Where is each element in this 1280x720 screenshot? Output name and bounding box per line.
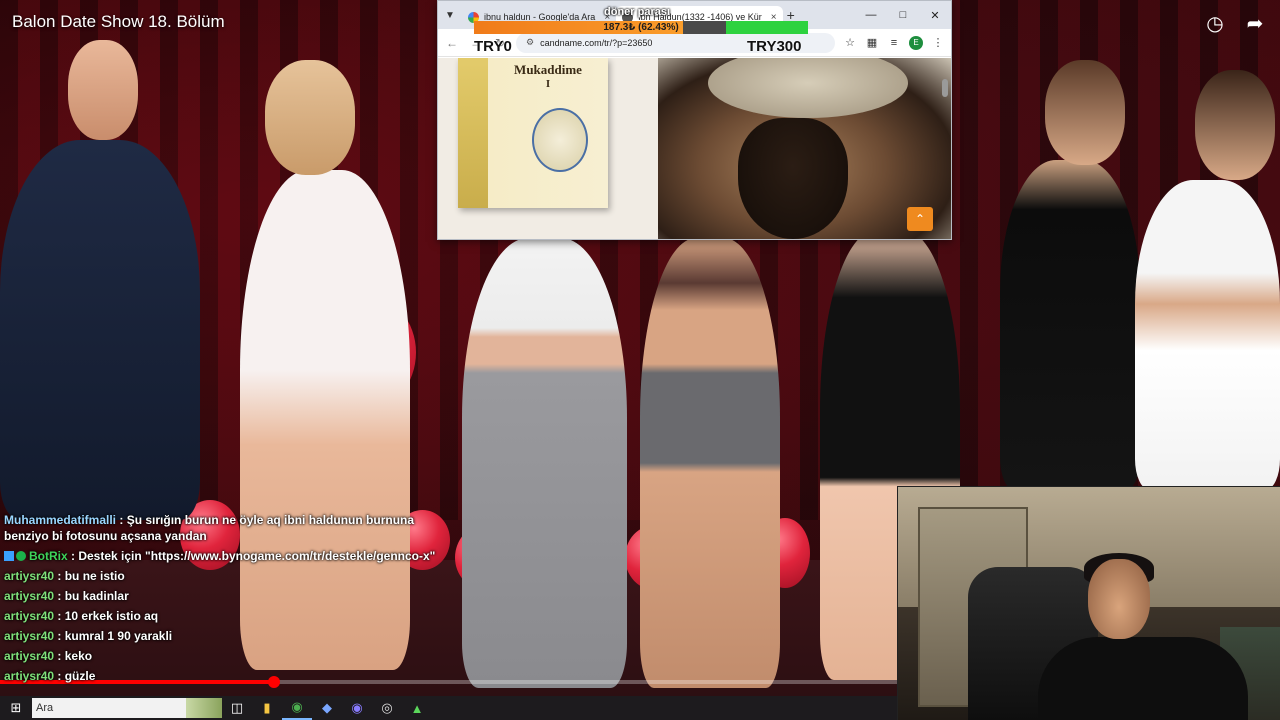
- stream-screen: Balon Date Show 18. Bölüm ◷ ➦ ▼ ibnu hal…: [0, 0, 1280, 720]
- streamer-head: [1088, 559, 1150, 639]
- contestant-head: [1045, 60, 1125, 165]
- window-controls: — □ ✕: [855, 1, 951, 29]
- taskbar-search-input[interactable]: Ara: [32, 698, 222, 718]
- contestant-head: [265, 60, 355, 175]
- media-control-icon[interactable]: ≡: [887, 37, 901, 49]
- book-title: Mukaddime: [514, 62, 582, 77]
- chat-message: artiysr40 : 10 erkek istio aq: [0, 606, 460, 626]
- chat-text: güzle: [64, 669, 96, 683]
- page-scrollbar[interactable]: [941, 61, 949, 231]
- file-explorer-icon[interactable]: ▮: [252, 696, 282, 720]
- contestant: [1135, 180, 1280, 490]
- chat-separator: :: [54, 649, 65, 663]
- obs-icon[interactable]: ◎: [372, 696, 402, 720]
- chat-separator: :: [54, 669, 65, 683]
- back-icon[interactable]: ←: [444, 36, 460, 50]
- chat-message: Muhammedatifmalli : Şu sırığın burun ne …: [0, 510, 460, 546]
- contestant: [462, 238, 627, 688]
- chat-text: 10 erkek istio aq: [64, 609, 159, 623]
- webcam-overlay: [897, 486, 1280, 720]
- streamer-body: [1038, 637, 1248, 720]
- chat-username[interactable]: Muhammedatifmalli: [4, 513, 116, 527]
- chat-username[interactable]: artiysr40: [4, 609, 54, 623]
- app-icon[interactable]: ◆: [312, 696, 342, 720]
- chat-text: bu ne istio: [64, 569, 125, 583]
- contestant: [640, 238, 780, 688]
- task-view-icon[interactable]: ◫: [222, 696, 252, 720]
- chat-overlay: Muhammedatifmalli : Şu sırığın burun ne …: [0, 510, 460, 686]
- browser-window: ▼ ibnu haldun - Google'da Ara × İbn Hald…: [437, 0, 952, 240]
- verified-badge-icon: [16, 551, 26, 561]
- url-text: candname.com/tr/?p=23650: [540, 37, 653, 48]
- host-person: [0, 140, 200, 520]
- portrait-face: [738, 118, 848, 239]
- chat-separator: :: [116, 513, 127, 527]
- book-cover-image: Mukaddime I: [458, 58, 608, 208]
- site-info-icon[interactable]: ⚙: [526, 37, 534, 48]
- profile-avatar[interactable]: E: [909, 35, 923, 50]
- start-menu-icon[interactable]: ⊞: [0, 696, 32, 720]
- web-page-content: Mukaddime I ⌃: [438, 58, 951, 239]
- chat-message: BotRix : Destek için "https://www.bynoga…: [0, 546, 460, 566]
- more-menu-icon[interactable]: ⋮: [931, 36, 945, 49]
- chat-separator: :: [54, 589, 65, 603]
- book-spine: [458, 58, 488, 208]
- minimize-icon[interactable]: —: [855, 1, 887, 29]
- app-icon[interactable]: ▲: [402, 696, 432, 720]
- chrome-icon[interactable]: ◉: [282, 696, 312, 720]
- chat-text: bu kadinlar: [64, 589, 129, 603]
- host-head: [68, 40, 138, 140]
- scroll-to-top-button[interactable]: ⌃: [907, 207, 933, 231]
- contestant-head: [1195, 70, 1275, 180]
- chat-message: artiysr40 : bu kadinlar: [0, 586, 460, 606]
- discord-icon[interactable]: ◉: [342, 696, 372, 720]
- bookmark-star-icon[interactable]: ☆: [843, 36, 857, 49]
- contestant: [1000, 160, 1140, 490]
- maximize-icon[interactable]: □: [887, 1, 919, 29]
- watch-later-icon[interactable]: ◷: [1204, 12, 1226, 35]
- chat-text: Destek için "https://www.bynogame.com/tr…: [78, 549, 436, 563]
- donation-progress-bar: 187.3₺ (62.43%): [474, 21, 808, 34]
- scrollbar-thumb[interactable]: [942, 79, 948, 97]
- donation-min-label: TRY0: [474, 38, 512, 55]
- chat-separator: :: [54, 569, 65, 583]
- chat-separator: :: [54, 629, 65, 643]
- tab-search-dropdown-icon[interactable]: ▼: [438, 1, 462, 29]
- donation-amount: 187.3₺ (62.43%): [603, 22, 679, 33]
- chat-username[interactable]: artiysr40: [4, 649, 54, 663]
- search-highlight-image: [186, 698, 222, 718]
- chat-username[interactable]: artiysr40: [4, 569, 54, 583]
- chat-username[interactable]: artiysr40: [4, 669, 54, 683]
- bot-badge-icon: [4, 551, 14, 561]
- chat-separator: :: [54, 609, 65, 623]
- windows-taskbar: ⊞ Ara ◫ ▮ ◉ ◆ ◉ ◎ ▲: [0, 696, 900, 720]
- chat-username[interactable]: artiysr40: [4, 629, 54, 643]
- chat-message: artiysr40 : güzle: [0, 666, 460, 686]
- video-title: Balon Date Show 18. Bölüm: [12, 12, 225, 31]
- close-window-icon[interactable]: ✕: [919, 1, 951, 29]
- donation-max-label: TRY300: [747, 38, 802, 55]
- chat-text: keko: [64, 649, 93, 663]
- donation-goal-title: döner parası: [604, 6, 671, 18]
- share-icon[interactable]: ➦: [1244, 12, 1266, 35]
- portrait-turban: [708, 58, 908, 118]
- chat-separator: :: [67, 549, 79, 563]
- chat-username[interactable]: BotRix: [29, 549, 68, 563]
- video-top-controls: ◷ ➦: [1204, 12, 1266, 35]
- chat-username[interactable]: artiysr40: [4, 589, 54, 603]
- chat-message: artiysr40 : bu ne istio: [0, 566, 460, 586]
- chat-message: artiysr40 : keko: [0, 646, 460, 666]
- chat-text: kumral 1 90 yarakli: [64, 629, 173, 643]
- book-emblem: [532, 108, 588, 172]
- book-volume: I: [545, 78, 551, 90]
- chat-message: artiysr40 : kumral 1 90 yarakli: [0, 626, 460, 646]
- search-placeholder: Ara: [36, 702, 54, 714]
- extensions-icon[interactable]: ▦: [865, 36, 879, 49]
